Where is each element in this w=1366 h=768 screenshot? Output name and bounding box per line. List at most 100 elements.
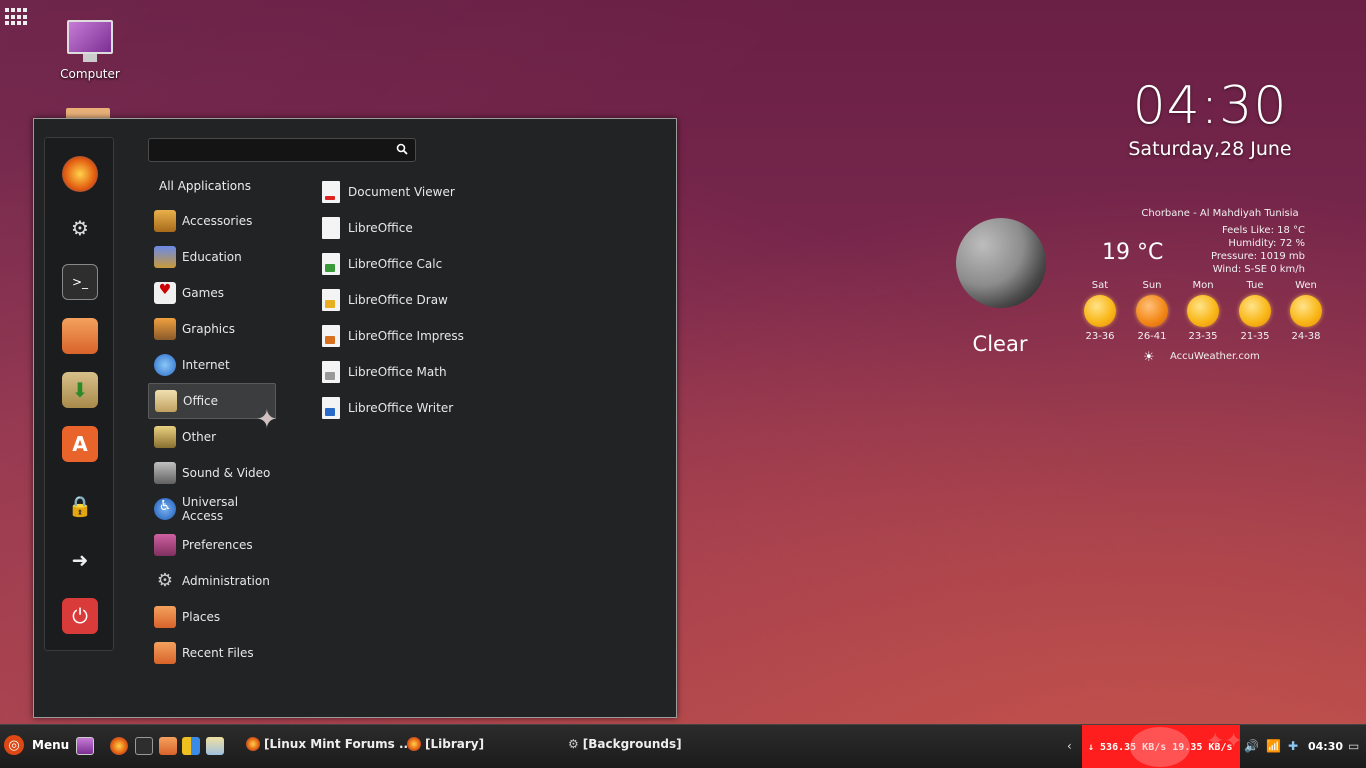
weather-source: AccuWeather.com <box>1170 351 1260 362</box>
firefox-icon <box>407 737 421 751</box>
libreoffice-impress-icon <box>322 325 340 347</box>
terminal-launcher-icon[interactable] <box>135 737 153 755</box>
category-accessories[interactable]: Accessories <box>148 203 276 239</box>
app-libreoffice[interactable]: LibreOffice <box>322 210 413 246</box>
weather-humidity: Humidity: 72 % <box>1228 238 1305 249</box>
universal-access-icon: ♿ <box>154 498 176 520</box>
libreoffice-writer-icon <box>322 397 340 419</box>
software-launcher-icon[interactable] <box>182 737 200 755</box>
terminal-icon[interactable]: >_ <box>62 264 98 300</box>
app-libreoffice-impress[interactable]: LibreOffice Impress <box>322 318 464 354</box>
watermark-logo-icon <box>1130 727 1190 767</box>
gear-icon: ⚙ <box>568 737 579 751</box>
category-games[interactable]: ♥ Games <box>148 275 276 311</box>
libreoffice-draw-icon <box>322 289 340 311</box>
moon-icon <box>956 218 1046 308</box>
sun-icon <box>1084 295 1116 327</box>
weather-temperature: 19 °C <box>1102 240 1164 265</box>
category-graphics[interactable]: Graphics <box>148 311 276 347</box>
weather-feels-like: Feels Like: 18 °C <box>1221 225 1305 236</box>
office-icon <box>155 390 177 412</box>
bottom-panel: ◎ Menu [Linux Mint Forums ... [Library] … <box>0 724 1366 768</box>
settings-tools-icon[interactable]: ⚙ <box>62 210 98 246</box>
category-universal-access[interactable]: ♿ Universal Access <box>148 491 276 527</box>
ubuntu-logo-icon: ◎ <box>4 735 24 755</box>
weather-wind: Wind: S-SE 0 km/h <box>1212 264 1305 275</box>
places-folder-icon <box>154 606 176 628</box>
forecast-day: Tue 21-35 <box>1239 280 1271 342</box>
menu-button[interactable]: ◎ Menu <box>4 735 69 755</box>
taskbar-window-backgrounds[interactable]: ⚙ [Backgrounds] <box>568 737 682 751</box>
all-applications-category[interactable]: All Applications <box>159 179 251 193</box>
internet-globe-icon <box>154 354 176 376</box>
favorites-bar: ⚙ >_ ⬇ A 🔒 ➜ ⏻ <box>44 137 114 651</box>
category-sound-video[interactable]: Sound & Video <box>148 455 276 491</box>
taskbar-window-library[interactable]: [Library] <box>407 737 484 751</box>
administration-gear-icon: ⚙ <box>156 570 174 591</box>
recent-files-folder-icon <box>154 642 176 664</box>
computer-icon <box>67 20 113 62</box>
graphics-icon <box>154 318 176 340</box>
category-preferences[interactable]: Preferences <box>148 527 276 563</box>
search-box[interactable] <box>148 138 416 162</box>
weather-pressure: Pressure: 1019 mb <box>1211 251 1305 262</box>
libreoffice-icon <box>322 217 340 239</box>
weather-location: Chorbane - Al Mahdiyah Tunisia <box>1141 208 1299 219</box>
forecast-day: Wen 24-38 <box>1290 280 1322 342</box>
app-libreoffice-draw[interactable]: LibreOffice Draw <box>322 282 448 318</box>
category-recent-files[interactable]: Recent Files <box>148 635 276 671</box>
logout-icon[interactable]: ➜ <box>62 542 98 578</box>
category-internet[interactable]: Internet <box>148 347 276 383</box>
files-folder-icon[interactable] <box>62 318 98 354</box>
sound-video-icon <box>154 462 176 484</box>
watermark-text-icon: ✦✦ <box>1206 729 1243 754</box>
category-administration[interactable]: ⚙ Administration <box>148 563 276 599</box>
app-grid-icon[interactable] <box>5 8 29 26</box>
lock-screen-icon[interactable]: 🔒 <box>62 488 98 524</box>
forecast-day: Sat 23-36 <box>1084 280 1116 342</box>
other-icon <box>154 426 176 448</box>
document-viewer-icon <box>322 181 340 203</box>
sun-icon <box>1187 295 1219 327</box>
show-desktop-tray-icon[interactable]: ▭ <box>1348 739 1359 753</box>
firefox-launcher-icon[interactable] <box>110 737 128 755</box>
preferences-icon <box>154 534 176 556</box>
firefox-icon <box>246 737 260 751</box>
app-libreoffice-writer[interactable]: LibreOffice Writer <box>322 390 453 426</box>
package-install-icon[interactable]: ⬇ <box>62 372 98 408</box>
cursor-fairy-icon: ✦ <box>256 405 278 435</box>
forecast-day: Sun 26-41 <box>1136 280 1168 342</box>
sun-icon <box>1290 295 1322 327</box>
category-places[interactable]: Places <box>148 599 276 635</box>
category-education[interactable]: Education <box>148 239 276 275</box>
firefox-icon[interactable] <box>62 156 98 192</box>
libreoffice-math-icon <box>322 361 340 383</box>
show-desktop-icon[interactable] <box>76 737 94 755</box>
search-icon[interactable] <box>396 143 408 155</box>
libreoffice-calc-icon <box>322 253 340 275</box>
app-document-viewer[interactable]: Document Viewer <box>322 174 455 210</box>
app-libreoffice-math[interactable]: LibreOffice Math <box>322 354 447 390</box>
sun-icon <box>1136 295 1168 327</box>
education-icon <box>154 246 176 268</box>
software-center-icon[interactable]: A <box>62 426 98 462</box>
panel-arrow-icon[interactable]: ‹ <box>1067 739 1072 753</box>
files-launcher-icon[interactable] <box>159 737 177 755</box>
app-libreoffice-calc[interactable]: LibreOffice Calc <box>322 246 442 282</box>
taskbar-window-forums[interactable]: [Linux Mint Forums ... <box>246 737 413 751</box>
desktop-clock-time: 04:30 <box>1132 76 1288 136</box>
image-viewer-launcher-icon[interactable] <box>206 737 224 755</box>
application-menu: ⚙ >_ ⬇ A 🔒 ➜ ⏻ All Applications Accessor… <box>33 118 677 718</box>
volume-icon[interactable]: 🔊 <box>1244 739 1259 753</box>
network-wireless-icon[interactable]: 📶 <box>1266 739 1281 753</box>
weather-condition: Clear <box>972 332 1028 356</box>
panel-clock[interactable]: 04:30 <box>1308 740 1343 753</box>
power-icon[interactable]: ⏻ <box>62 598 98 634</box>
games-cards-icon: ♥ <box>154 282 176 304</box>
sun-small-icon: ☀ <box>1143 350 1155 365</box>
dropbox-icon[interactable]: ✚ <box>1288 739 1298 753</box>
desktop-icon-computer[interactable]: Computer <box>50 20 130 81</box>
desktop-icon-label: Computer <box>60 67 120 81</box>
sun-icon <box>1239 295 1271 327</box>
search-input[interactable] <box>149 139 389 161</box>
